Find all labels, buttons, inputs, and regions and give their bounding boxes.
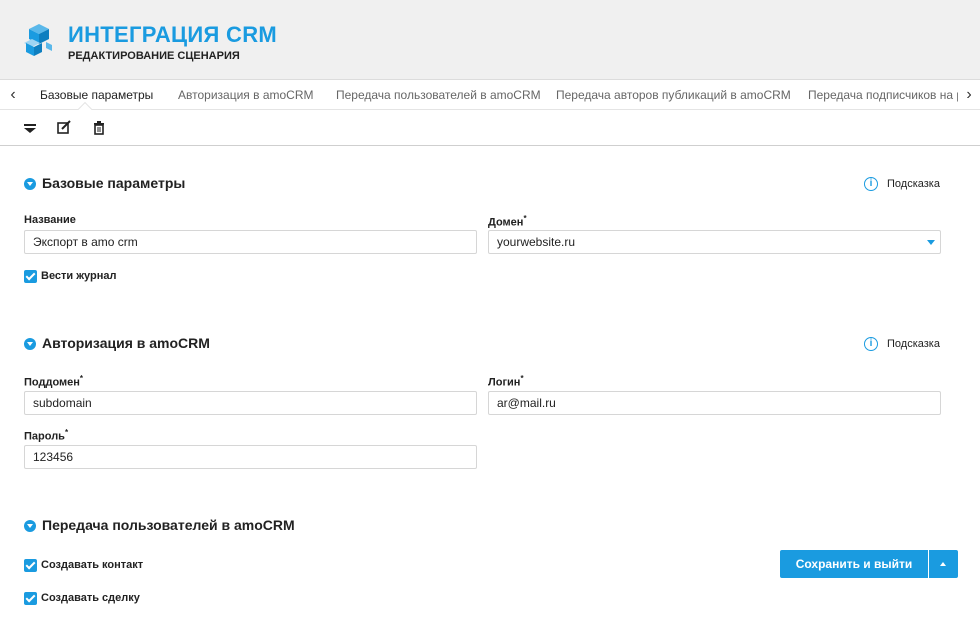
- log-checkbox-label: Вести журнал: [41, 270, 117, 282]
- create-deal-label: Создавать сделку: [41, 592, 140, 604]
- tab-authors-transfer[interactable]: Передача авторов публикаций в amoCRM: [556, 80, 791, 109]
- domain-select[interactable]: yourwebsite.ru: [488, 230, 941, 254]
- caret-down-icon: [927, 240, 935, 245]
- create-contact-label: Создавать контакт: [41, 559, 144, 571]
- tab-bar: ‹ Базовые параметры Авторизация в amoCRM…: [0, 80, 980, 110]
- create-contact-checkbox[interactable]: Создавать контакт: [24, 559, 164, 573]
- collapse-toggle-icon[interactable]: [24, 178, 36, 190]
- trash-icon[interactable]: [89, 118, 109, 138]
- domain-value: yourwebsite.ru: [497, 235, 576, 249]
- section-title: Авторизация в amoCRM: [42, 335, 210, 351]
- chevron-left-icon[interactable]: ‹: [2, 80, 24, 109]
- edit-icon[interactable]: [54, 118, 74, 138]
- checkbox-checked-icon[interactable]: [24, 270, 37, 283]
- cube-stack-logo-icon: [24, 24, 52, 56]
- hint-label: Подсказка: [887, 338, 940, 350]
- checkbox-checked-icon[interactable]: [24, 559, 37, 572]
- password-field[interactable]: [24, 445, 477, 469]
- login-field[interactable]: [488, 391, 941, 415]
- app-header: ИНТЕГРАЦИЯ CRM РЕДАКТИРОВАНИЕ СЦЕНАРИЯ: [0, 0, 980, 80]
- password-label: Пароль*: [24, 428, 69, 443]
- section-auth-header[interactable]: Авторизация в amoCRM: [24, 335, 324, 355]
- chevron-right-icon[interactable]: ›: [958, 80, 980, 109]
- section-basic-header[interactable]: Базовые параметры: [24, 175, 324, 195]
- hint-label: Подсказка: [887, 178, 940, 190]
- save-and-exit-button[interactable]: Сохранить и выйти: [780, 550, 928, 578]
- name-field[interactable]: [24, 230, 477, 254]
- login-label: Логин*: [488, 374, 524, 389]
- toolbar: [0, 110, 980, 146]
- page-subtitle: РЕДАКТИРОВАНИЕ СЦЕНАРИЯ: [68, 50, 240, 62]
- save-options-caret-icon[interactable]: [929, 550, 958, 578]
- section-title: Передача пользователей в amoCRM: [42, 517, 295, 533]
- name-label: Название: [24, 214, 76, 226]
- section-title: Базовые параметры: [42, 175, 186, 191]
- create-deal-checkbox[interactable]: Создавать сделку: [24, 592, 164, 606]
- collapse-toggle-icon[interactable]: [24, 520, 36, 532]
- tab-users-transfer[interactable]: Передача пользователей в amoCRM: [336, 80, 541, 109]
- tab-subscribers-transfer[interactable]: Передача подписчиков на р: [808, 80, 963, 109]
- checkbox-checked-icon[interactable]: [24, 592, 37, 605]
- tab-basic-params[interactable]: Базовые параметры: [40, 80, 153, 109]
- tab-amocrm-auth[interactable]: Авторизация в amoCRM: [178, 80, 314, 109]
- hint-link[interactable]: i Подсказка: [864, 177, 954, 193]
- subdomain-label: Поддомен*: [24, 374, 84, 389]
- info-icon: i: [864, 337, 878, 351]
- hint-link[interactable]: i Подсказка: [864, 337, 954, 353]
- page-title: ИНТЕГРАЦИЯ CRM: [68, 22, 278, 47]
- log-checkbox[interactable]: Вести журнал: [24, 270, 144, 284]
- collapse-toggle-icon[interactable]: [24, 338, 36, 350]
- subdomain-field[interactable]: [24, 391, 477, 415]
- domain-label: Домен*: [488, 214, 527, 229]
- section-users-header[interactable]: Передача пользователей в amoCRM: [24, 517, 364, 537]
- collapse-all-icon[interactable]: [20, 118, 40, 138]
- info-icon: i: [864, 177, 878, 191]
